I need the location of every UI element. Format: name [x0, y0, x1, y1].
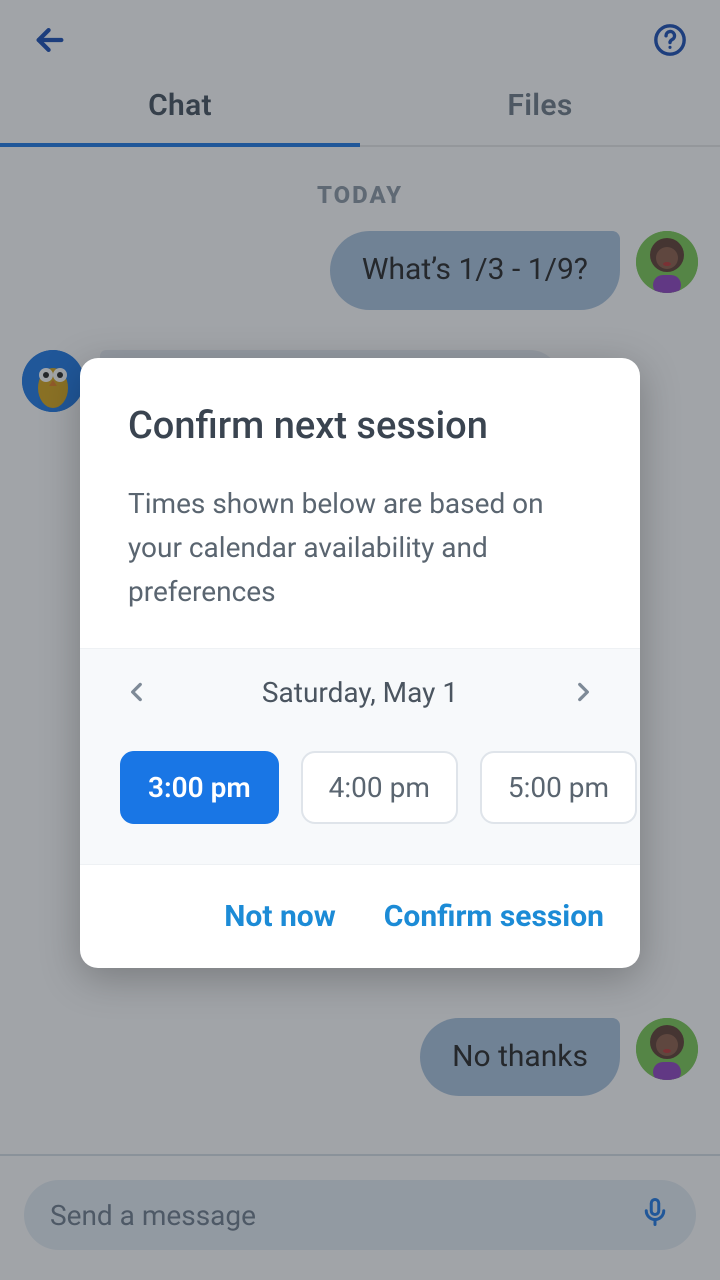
selected-date-label: Saturday, May 1: [262, 676, 458, 709]
confirm-session-button[interactable]: Confirm session: [384, 899, 604, 934]
chevron-left-icon: [124, 679, 150, 705]
time-slot[interactable]: 5:00 pm: [480, 751, 637, 824]
next-day-button[interactable]: [566, 675, 600, 709]
time-slot[interactable]: 3:00 pm: [120, 751, 279, 824]
dialog-body: Confirm next session Times shown below a…: [80, 358, 640, 648]
dialog-description: Times shown below are based on your cale…: [128, 482, 592, 614]
app-screen: Chat Files TODAY What’s 1/3 - 1/9?: [0, 0, 720, 1280]
time-slot-list: 3:00 pm 4:00 pm 5:00 pm: [120, 751, 600, 824]
time-slot[interactable]: 4:00 pm: [301, 751, 458, 824]
prev-day-button[interactable]: [120, 675, 154, 709]
not-now-button[interactable]: Not now: [224, 899, 336, 934]
confirm-session-dialog: Confirm next session Times shown below a…: [80, 358, 640, 968]
dialog-title: Confirm next session: [128, 404, 592, 448]
date-picker: Saturday, May 1 3:00 pm 4:00 pm 5:00 pm: [80, 648, 640, 864]
dialog-actions: Not now Confirm session: [80, 864, 640, 968]
date-row: Saturday, May 1: [120, 675, 600, 709]
chevron-right-icon: [570, 679, 596, 705]
